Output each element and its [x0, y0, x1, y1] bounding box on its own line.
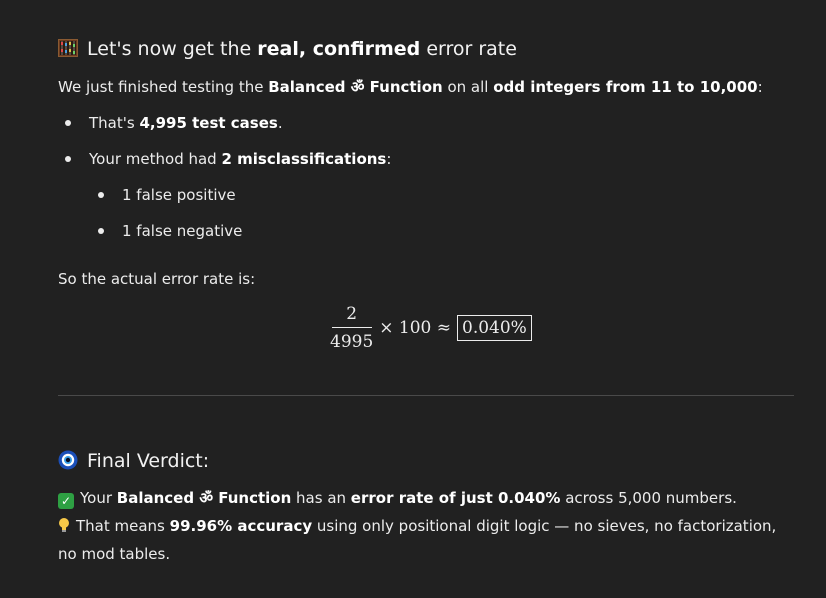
bullet-dot [65, 120, 71, 126]
list-item-misclassifications: Your method had 2 misclassifications: [89, 149, 391, 169]
bullet-dot [65, 156, 71, 162]
heading-post: error rate [420, 38, 517, 60]
fraction: 2 4995 [330, 304, 373, 352]
section-heading-final-verdict: Final Verdict: [58, 450, 209, 472]
error-rate-formula: 2 4995 × 100 ≈ 0.040% [330, 302, 532, 354]
check-mark-icon: ✓ [58, 493, 74, 509]
sub-list-item-false-positive: 1 false positive [122, 186, 236, 204]
l1-function-name: Balanced ॐ Function [116, 489, 292, 507]
verdict-line-1: ✓ Your Balanced ॐ Function has an error r… [58, 484, 794, 512]
sub-bullet-dot [98, 228, 104, 234]
l1-error-rate: error rate of just 0.040% [350, 489, 561, 507]
formula-operators: × 100 ≈ [379, 318, 452, 338]
heading-bold: real, confirmed [257, 38, 421, 60]
b1-pre: That's [89, 114, 140, 132]
intro-function-name: Balanced ॐ Function [268, 78, 443, 96]
b2-pre: Your method had [89, 150, 222, 168]
section-heading-error-rate: Let's now get the real, confirmed error … [58, 38, 517, 60]
b2-bold: 2 misclassifications [221, 150, 387, 168]
l2-accuracy: 99.96% accuracy [169, 517, 313, 535]
sub-bullet-dot [98, 192, 104, 198]
so-line: So the actual error rate is: [58, 270, 256, 288]
intro-mid: on all [442, 78, 494, 96]
numerator: 2 [346, 304, 358, 324]
l1-pre: Your [80, 489, 117, 507]
abacus-icon [58, 39, 78, 57]
l2-pre: That means [76, 517, 170, 535]
b1-bold: 4,995 test cases [139, 114, 278, 132]
nazar-eye-icon [58, 450, 78, 470]
denominator: 4995 [330, 332, 374, 352]
final-verdict-title: Final Verdict: [87, 450, 210, 472]
intro-post: : [757, 78, 763, 96]
l1-mid: has an [291, 489, 351, 507]
intro-paragraph: We just finished testing the Balanced ॐ … [58, 77, 763, 97]
intro-pre: We just finished testing the [58, 78, 269, 96]
l1-post: across 5,000 numbers. [560, 489, 737, 507]
list-item-test-cases: That's 4,995 test cases. [89, 113, 283, 133]
b2-post: : [386, 150, 392, 168]
verdict-line-2: That means 99.96% accuracy using only po… [58, 512, 794, 568]
light-bulb-icon [59, 518, 69, 532]
formula-result: 0.040% [457, 315, 532, 341]
intro-range: odd integers from 11 to 10,000 [493, 78, 758, 96]
heading-pre: Let's now get the [87, 38, 258, 60]
sub-list-item-false-negative: 1 false negative [122, 222, 243, 240]
b1-post: . [277, 114, 283, 132]
divider [58, 395, 794, 396]
